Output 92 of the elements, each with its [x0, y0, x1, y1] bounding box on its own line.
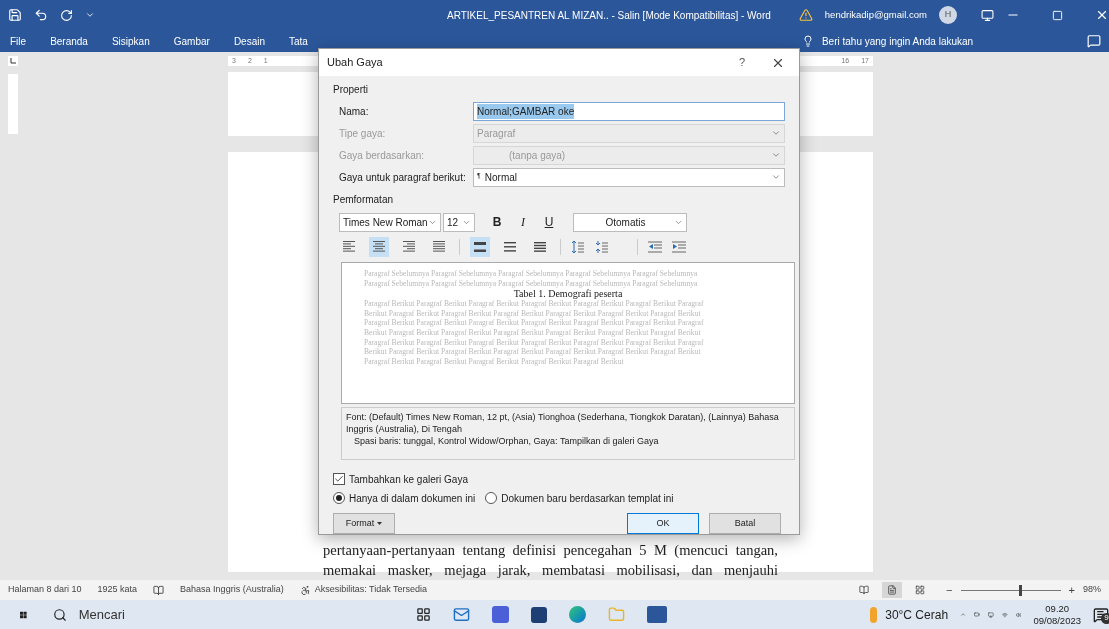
- bold-button[interactable]: B: [487, 213, 507, 231]
- page-count[interactable]: Halaman 8 dari 10: [8, 583, 82, 597]
- radio-button[interactable]: [485, 492, 498, 504]
- document-text: memakai masker, mejaga jarak, membatasi mobilisasi, dan menjauhi: [323, 561, 778, 580]
- help-button[interactable]: ?: [738, 54, 745, 71]
- ribbon-tab[interactable]: Gambar: [173, 33, 210, 49]
- tab-selector-icon[interactable]: [8, 56, 18, 66]
- align-icon: [373, 241, 385, 253]
- caret-icon: [377, 522, 383, 525]
- undo-icon[interactable]: [34, 8, 48, 22]
- check-icon: [334, 474, 344, 484]
- clock-time[interactable]: 09.20: [1045, 602, 1070, 615]
- avatar[interactable]: H: [938, 6, 957, 24]
- cancel-button[interactable]: Batal: [709, 513, 781, 534]
- section-heading: Properti: [333, 83, 369, 97]
- zoom-out-button[interactable]: −: [946, 581, 953, 599]
- checkbox-label[interactable]: Tambahkan ke galeri Gaya: [349, 471, 468, 487]
- ribbon-tab[interactable]: Sisipkan: [111, 33, 150, 49]
- paragraph-spacing-icon: [595, 240, 609, 254]
- paragraph-spacing-icon: [571, 240, 585, 254]
- clock-date[interactable]: 09/08/2023: [1033, 614, 1081, 627]
- lightbulb-icon[interactable]: [801, 35, 814, 47]
- field-label: Tipe gaya:: [339, 126, 387, 141]
- alignment-button[interactable]: [369, 237, 389, 257]
- align-icon: [403, 241, 415, 253]
- section-heading: Pemformatan: [333, 193, 395, 207]
- zoom-percentage[interactable]: 98%: [1083, 583, 1101, 597]
- name-field[interactable]: Normal;GAMBAR oke: [473, 101, 785, 121]
- ribbon-tab[interactable]: Desain: [233, 33, 265, 49]
- task-view-icon[interactable]: [415, 607, 431, 622]
- view-button[interactable]: [882, 582, 903, 598]
- slider-thumb[interactable]: [1018, 584, 1022, 596]
- save-icon[interactable]: [8, 8, 22, 22]
- customize-icon[interactable]: [85, 10, 95, 20]
- size-dropdown[interactable]: 12: [443, 212, 475, 232]
- description-text: Spasi baris: tunggal, Kontrol Widow/Orphan, Gaya: Tampilkan di galeri Gaya: [354, 435, 660, 447]
- window-title: ARTIKEL_PESANTREN AL MIZAN.. - Salin [Mode Kompatibilitas] - Word: [447, 8, 771, 23]
- document-text: pertanyaan-pertanyaan tentang definisi pencegahan 5 M (mencuci tangan,: [323, 541, 778, 560]
- weather-text[interactable]: 30°C Cerah: [885, 605, 949, 624]
- maximize-icon[interactable]: [1051, 9, 1063, 21]
- search-field[interactable]: Mencari: [78, 604, 279, 625]
- word-count[interactable]: 1925 kata: [97, 583, 138, 597]
- font-dropdown[interactable]: Times New Roman: [339, 212, 441, 232]
- zoom-in-button[interactable]: +: [1068, 581, 1075, 599]
- display-options-icon[interactable]: [980, 8, 994, 22]
- color-dropdown[interactable]: Otomatis: [573, 212, 687, 232]
- word-icon[interactable]: [646, 606, 667, 623]
- indent-icon: [672, 241, 686, 253]
- redo-icon[interactable]: [60, 8, 73, 22]
- account-email[interactable]: hendrikadip@gmail.com: [824, 7, 927, 23]
- description-text: Font: (Default) Times New Roman, 12 pt, (Asia) Tionghoa (Sederhana, Tiongkok Daratan), (Lainnya) Bahasa Inggris (Australia), Di Tengah: [346, 411, 780, 435]
- radio-label[interactable]: Dokumen baru berdasarkan templat ini: [501, 490, 674, 506]
- preview-heading: Tabel 1. Demografi peserta: [513, 288, 623, 300]
- line-spacing-button[interactable]: [470, 237, 490, 257]
- comments-icon[interactable]: [1087, 34, 1101, 48]
- italic-button[interactable]: I: [513, 213, 533, 231]
- dialog-title: Ubah Gaya: [327, 55, 383, 71]
- field-label: Gaya berdasarkan:: [339, 148, 426, 163]
- field-label: Gaya untuk paragraf berikut:: [339, 170, 467, 185]
- ribbon-tab[interactable]: File: [10, 33, 27, 49]
- ribbon-tab[interactable]: Tata: [289, 33, 308, 49]
- mail-icon[interactable]: [452, 606, 470, 623]
- store-icon[interactable]: [530, 606, 547, 623]
- line-spacing-icon: [504, 242, 516, 252]
- vertical-ruler: [8, 74, 18, 134]
- radio-label[interactable]: Hanya di dalam dokumen ini: [349, 490, 476, 506]
- notification-count: 9: [1101, 612, 1109, 624]
- line-spacing-icon: [474, 242, 486, 252]
- page-icon: [887, 585, 898, 595]
- search-icon: [52, 607, 67, 622]
- proofing-icon[interactable]: [153, 584, 165, 596]
- warning-icon[interactable]: [798, 8, 813, 22]
- accessibility-icon[interactable]: [299, 584, 311, 596]
- ok-button[interactable]: OK: [627, 513, 699, 534]
- field-label: Nama:: [339, 104, 370, 119]
- align-icon: [343, 241, 355, 253]
- ribbon-tab[interactable]: Beranda: [50, 33, 88, 49]
- radio-button[interactable]: [333, 492, 345, 504]
- web-layout-icon: [915, 585, 926, 595]
- language-indicator[interactable]: Bahasa Inggris (Australia): [180, 583, 284, 597]
- format-button[interactable]: Format: [333, 513, 395, 534]
- app-icon[interactable]: [491, 606, 509, 623]
- browser-icon[interactable]: [568, 606, 586, 623]
- indent-icon: [648, 241, 662, 253]
- zoom-slider[interactable]: [960, 584, 1061, 596]
- align-icon: [433, 241, 445, 253]
- line-spacing-icon: [534, 242, 546, 252]
- checkbox[interactable]: [333, 473, 345, 485]
- accessibility-status[interactable]: Aksesibilitas: Tidak Tersedia: [314, 583, 428, 597]
- tell-me-field[interactable]: Beri tahu yang ingin Anda lakukan: [821, 33, 974, 49]
- read-mode-icon: [859, 585, 870, 595]
- underline-button[interactable]: U: [539, 213, 559, 231]
